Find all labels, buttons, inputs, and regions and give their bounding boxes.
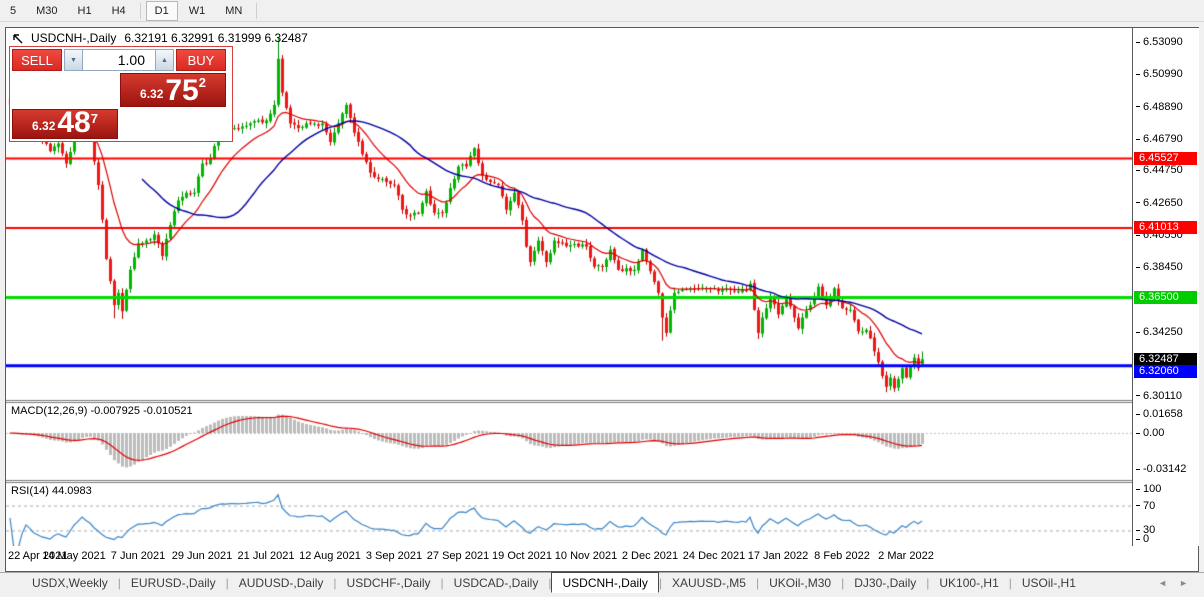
price-axis-tick: 6.30110 bbox=[1136, 390, 1182, 402]
price-marker-6.32060: 6.32060 bbox=[1134, 365, 1197, 379]
date-axis-label: 10 Nov 2021 bbox=[554, 550, 618, 562]
macd-axis-label: 0.00 bbox=[1136, 427, 1164, 439]
buy-price-small: 6.32 bbox=[140, 87, 164, 101]
date-axis-label: 19 Oct 2021 bbox=[492, 550, 552, 562]
date-axis-label: 7 Jun 2021 bbox=[110, 550, 166, 562]
chart-tab-uk100-h1[interactable]: UK100-,H1 bbox=[929, 574, 1008, 592]
date-axis-label: 8 Feb 2022 bbox=[814, 550, 870, 562]
tab-scroll-left-icon[interactable]: ◄ bbox=[1158, 578, 1167, 588]
chart-tab-usdcad-daily[interactable]: USDCAD-,Daily bbox=[444, 574, 549, 592]
price-axis-tick: 6.42650 bbox=[1136, 197, 1183, 209]
buy-price-sup: 2 bbox=[198, 75, 206, 90]
terminal-window: 5 M30 H1 H4 D1 W1 MN USDCNH-,Daily 6.32191 6.3… bbox=[0, 0, 1204, 597]
toolbar-separator bbox=[139, 2, 141, 19]
price-axis-tick: 6.50990 bbox=[1136, 68, 1183, 80]
chart-tab-dj30-daily[interactable]: DJ30-,Daily bbox=[844, 574, 926, 592]
chart-tab-usdchf-daily[interactable]: USDCHF-,Daily bbox=[337, 574, 441, 592]
timeframe-button-d1[interactable]: D1 bbox=[145, 0, 178, 21]
price-marker-6.45527: 6.45527 bbox=[1134, 151, 1197, 165]
buy-price-big: 75 bbox=[165, 74, 199, 107]
date-axis-label: 2 Dec 2021 bbox=[621, 550, 679, 562]
price-marker-6.32487: 6.32487 bbox=[1134, 352, 1197, 366]
volume-stepper: ▼ 1.00 ▲ bbox=[64, 49, 174, 71]
volume-increase-button[interactable]: ▲ bbox=[155, 49, 174, 71]
timeframe-button-m30[interactable]: M30 bbox=[27, 1, 66, 21]
tab-scroll-right-icon[interactable]: ► bbox=[1179, 578, 1188, 588]
rsi-axis-label: 100 bbox=[1136, 483, 1161, 495]
chart-symbol-period: USDCNH-,Daily bbox=[31, 31, 117, 45]
timeframe-button-5[interactable]: 5 bbox=[1, 1, 25, 21]
chart-tab-usoil-h1[interactable]: USOil-,H1 bbox=[1012, 574, 1086, 592]
price-axis-tick: 6.53090 bbox=[1136, 36, 1183, 48]
date-axis-label: 17 Jan 2022 bbox=[747, 550, 809, 562]
chart-tab-audusd-daily[interactable]: AUDUSD-,Daily bbox=[229, 574, 334, 592]
price-axis-tick: 6.44750 bbox=[1136, 164, 1183, 176]
timeframe-button-w1[interactable]: W1 bbox=[180, 1, 215, 21]
date-axis-label: 21 Jul 2021 bbox=[237, 550, 295, 562]
date-axis-label: 29 Jun 2021 bbox=[171, 550, 233, 562]
price-axis[interactable]: 6.53090 6.50990 6.48890 6.46790 6.44750 6.426… bbox=[1132, 28, 1199, 546]
chart-title: USDCNH-,Daily 6.32191 6.32991 6.31999 6.… bbox=[11, 31, 308, 45]
price-marker-6.36500: 6.36500 bbox=[1134, 290, 1197, 304]
sell-price-display[interactable]: 6.32 48 7 bbox=[12, 106, 118, 139]
chart-tab-usdcnh-daily[interactable]: USDCNH-,Daily bbox=[551, 571, 659, 593]
date-axis-label: 2 Mar 2022 bbox=[878, 550, 934, 562]
date-axis-label: 24 Dec 2021 bbox=[682, 550, 746, 562]
buy-price-display[interactable]: 6.32 75 2 bbox=[120, 73, 226, 107]
volume-input[interactable]: 1.00 bbox=[83, 49, 155, 71]
date-axis-label: 3 Sep 2021 bbox=[365, 550, 423, 562]
price-marker-6.41013: 6.41013 bbox=[1134, 221, 1197, 235]
chart-window: USDCNH-,Daily 6.32191 6.32991 6.31999 6.… bbox=[5, 27, 1199, 572]
buy-button[interactable]: BUY bbox=[176, 49, 226, 71]
chart-cursor-icon bbox=[13, 34, 23, 44]
chart-tab-xauusd-m5[interactable]: XAUUSD-,M5 bbox=[662, 574, 756, 592]
chart-tab-usdx-weekly[interactable]: USDX,Weekly bbox=[22, 574, 118, 592]
macd-axis-label: -0.03142 bbox=[1136, 463, 1186, 475]
timeframe-button-h1[interactable]: H1 bbox=[69, 1, 101, 21]
date-axis-label: 12 Aug 2021 bbox=[299, 550, 361, 562]
macd-indicator-label: MACD(12,26,9) -0.007925 -0.010521 bbox=[11, 405, 193, 417]
date-axis-label: 14 May 2021 bbox=[42, 550, 106, 562]
price-axis-tick: 6.38450 bbox=[1136, 261, 1183, 273]
macd-axis-label: 0.01658 bbox=[1136, 408, 1183, 420]
chart-tab-bar: USDX,Weekly | EURUSD-,Daily | AUDUSD-,Daily |… bbox=[0, 571, 1204, 593]
date-axis[interactable]: 22 Apr 2021 14 May 2021 7 Jun 2021 29 Jun 2… bbox=[6, 546, 1132, 570]
toolbar-separator bbox=[256, 2, 258, 19]
timeframe-button-mn[interactable]: MN bbox=[216, 1, 251, 21]
sell-button[interactable]: SELL bbox=[12, 49, 62, 71]
price-axis-tick: 6.34250 bbox=[1136, 326, 1183, 338]
volume-decrease-button[interactable]: ▼ bbox=[64, 49, 83, 71]
sell-price-small: 6.32 bbox=[32, 119, 56, 133]
timeframe-toolbar: 5 M30 H1 H4 D1 W1 MN bbox=[0, 0, 1204, 22]
rsi-axis-label: 0 bbox=[1136, 533, 1149, 545]
sell-price-big: 48 bbox=[57, 106, 91, 139]
rsi-axis-label: 70 bbox=[1136, 500, 1155, 512]
timeframe-button-h4[interactable]: H4 bbox=[103, 1, 135, 21]
chart-ohlc-values: 6.32191 6.32991 6.31999 6.32487 bbox=[124, 31, 308, 45]
price-axis-tick: 6.48890 bbox=[1136, 101, 1183, 113]
one-click-trading-panel: SELL ▼ 1.00 ▲ BUY 6.32 48 7 6.32 75 2 bbox=[9, 46, 233, 142]
sell-price-sup: 7 bbox=[90, 111, 98, 126]
chart-tab-eurusd-daily[interactable]: EURUSD-,Daily bbox=[121, 574, 226, 592]
rsi-indicator-label: RSI(14) 44.0983 bbox=[11, 485, 92, 497]
date-axis-label: 27 Sep 2021 bbox=[426, 550, 490, 562]
price-axis-tick: 6.46790 bbox=[1136, 133, 1183, 145]
chart-tab-ukoil-m30[interactable]: UKOil-,M30 bbox=[759, 574, 841, 592]
